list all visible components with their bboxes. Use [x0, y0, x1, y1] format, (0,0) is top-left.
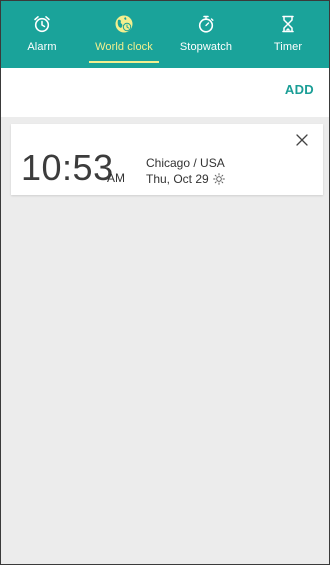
add-button[interactable]: ADD [285, 82, 314, 97]
tab-alarm[interactable]: Alarm [1, 1, 83, 68]
tab-stopwatch[interactable]: Stopwatch [165, 1, 247, 68]
tab-stopwatch-label: Stopwatch [179, 41, 233, 53]
world-clock-card[interactable]: 10:53 AM Chicago / USA Thu, Oct 29 [11, 124, 323, 195]
clock-city: Chicago / USA [146, 156, 225, 170]
tab-timer[interactable]: Timer [247, 1, 329, 68]
clock-date: Thu, Oct 29 [146, 172, 209, 186]
stopwatch-icon [198, 15, 214, 33]
clock-ampm: AM [107, 171, 125, 185]
tab-bar: Alarm World clock Stopwatch Timer [1, 1, 329, 68]
tab-timer-label: Timer [273, 41, 303, 53]
active-tab-indicator [89, 61, 159, 63]
clock-time: 10:53 [21, 148, 114, 189]
tab-world-clock-label: World clock [95, 41, 153, 53]
world-clock-screen: Alarm World clock Stopwatch Timer ADD 10… [0, 0, 330, 565]
tab-alarm-label: Alarm [27, 41, 57, 53]
sun-icon [212, 173, 225, 185]
alarm-clock-icon [34, 16, 50, 33]
hourglass-icon [282, 15, 294, 33]
globe-clock-icon [115, 15, 133, 33]
tab-world-clock[interactable]: World clock [83, 1, 165, 68]
clock-date-line: Thu, Oct 29 [146, 172, 225, 186]
close-icon[interactable] [295, 133, 309, 147]
clock-time-value: 10:53 [21, 147, 114, 188]
action-bar: ADD [1, 68, 329, 117]
